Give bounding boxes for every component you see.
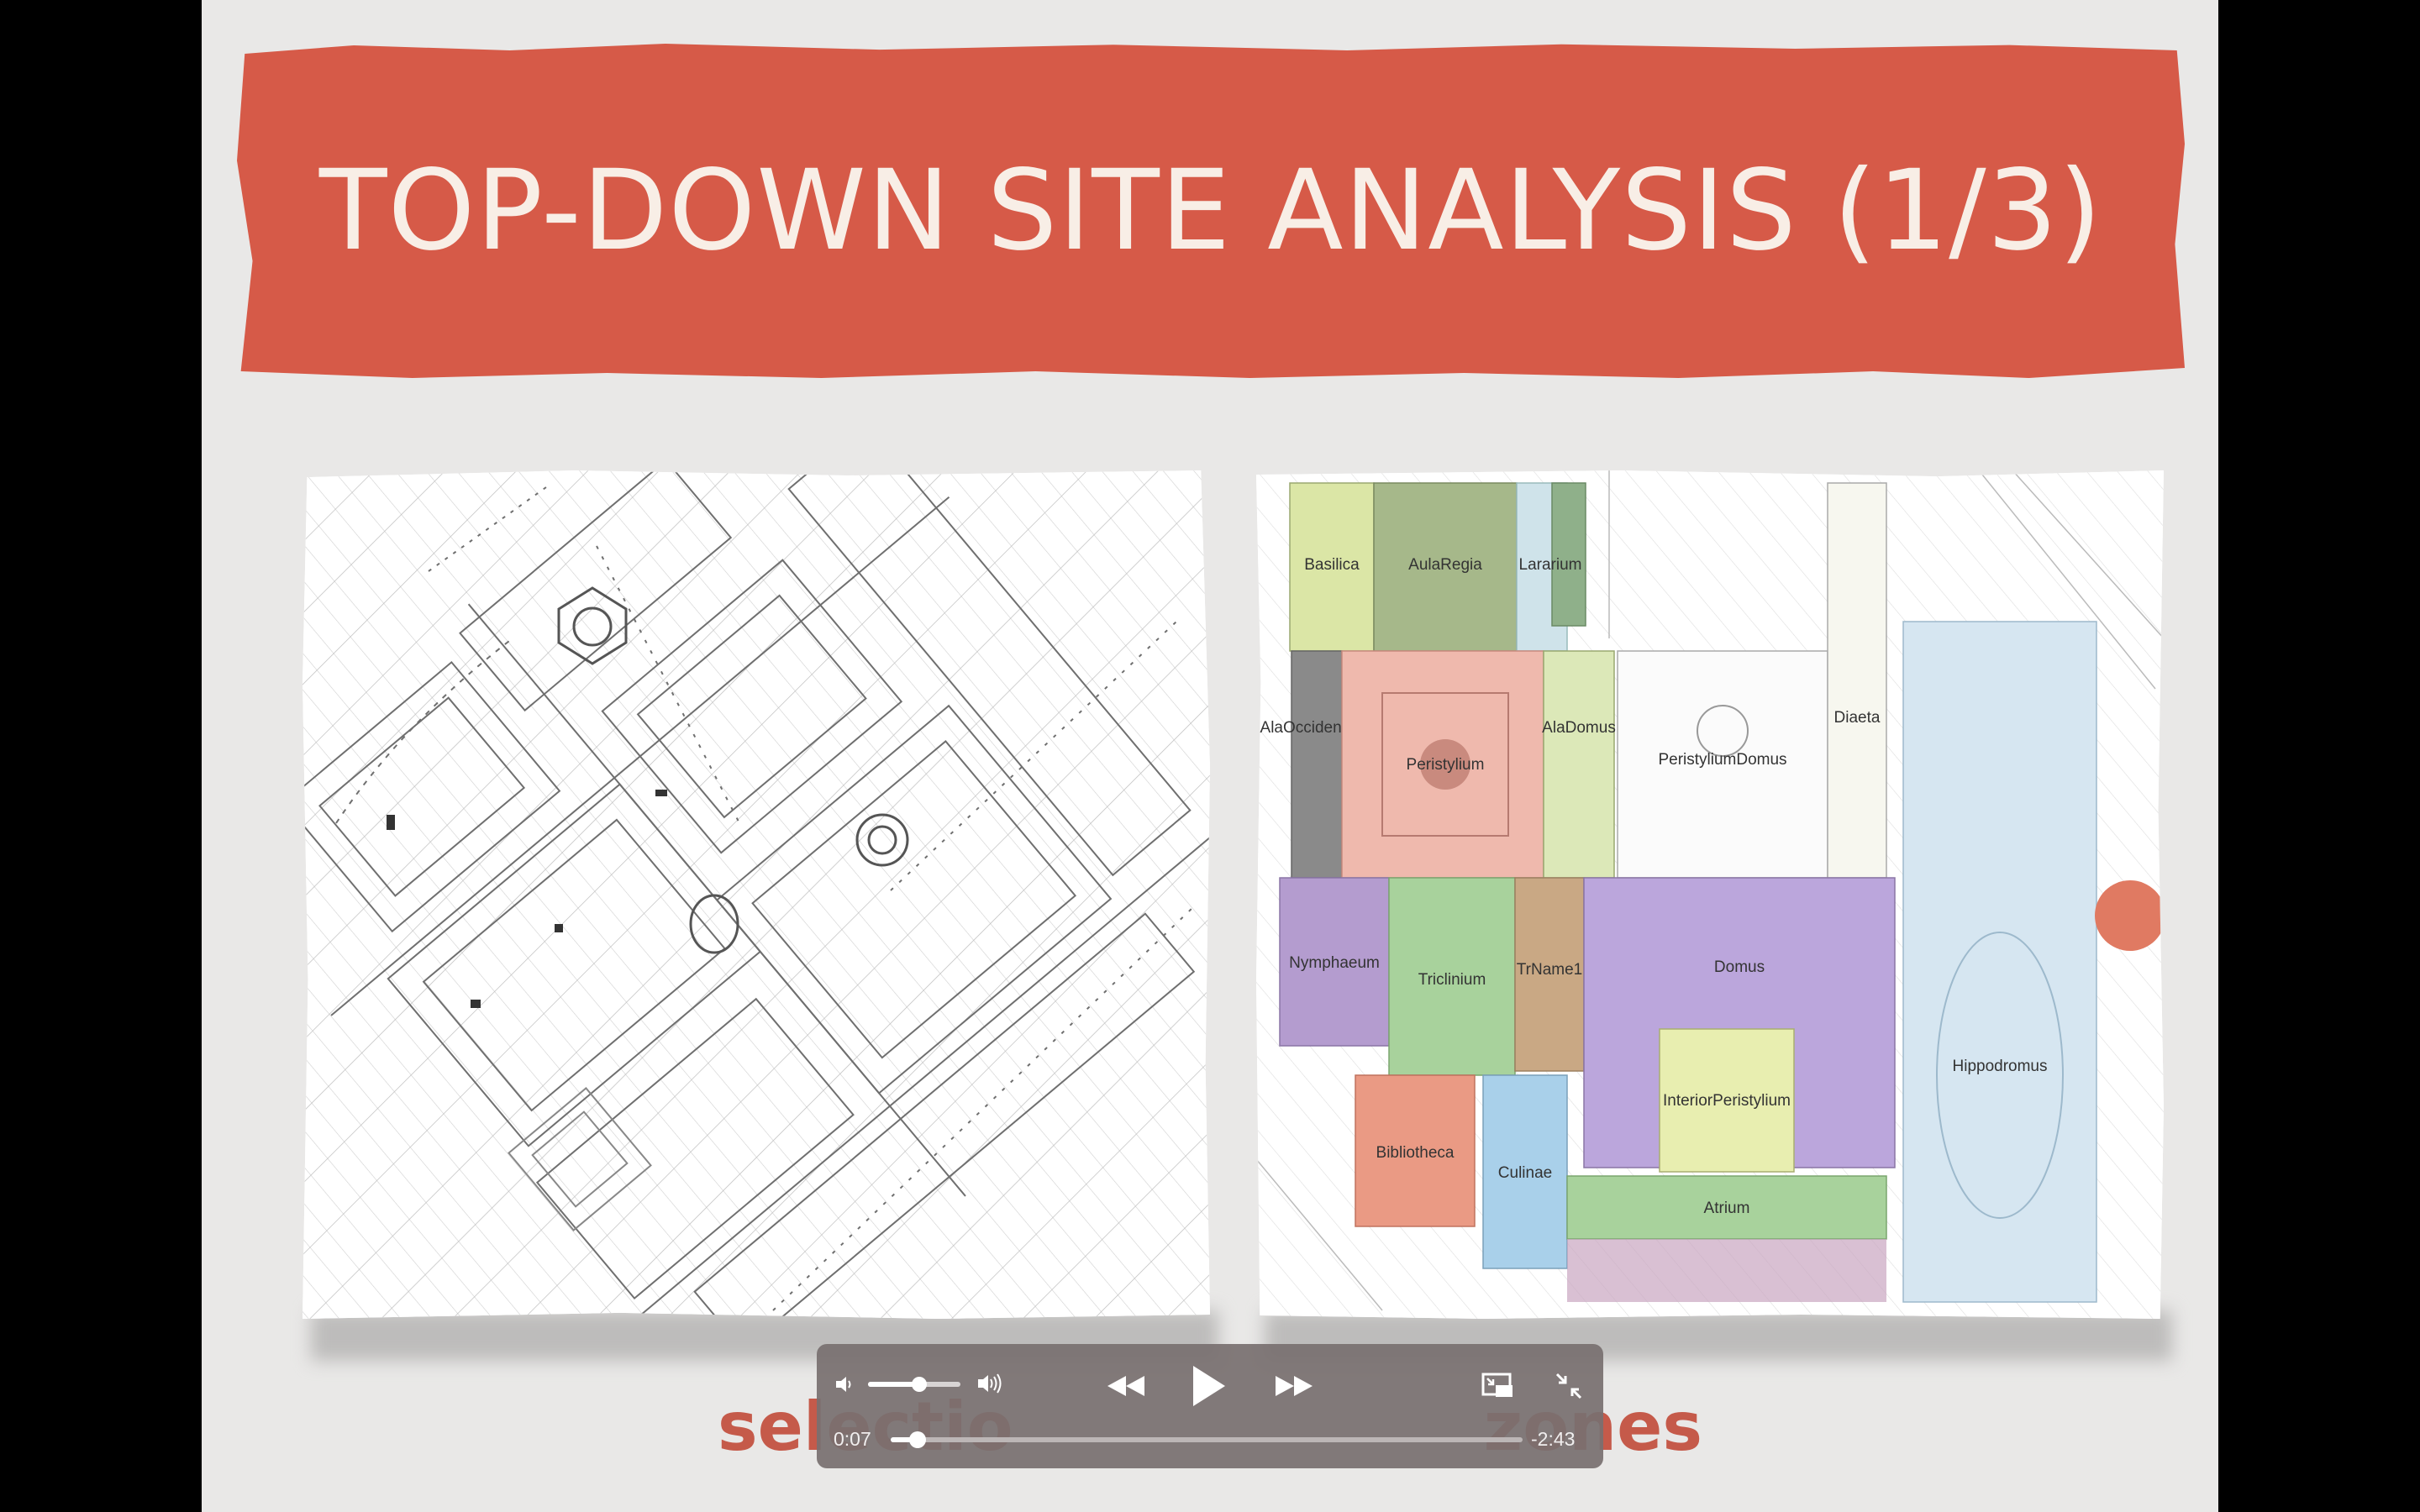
svg-text:TrName1: TrName1 bbox=[1517, 961, 1582, 979]
svg-text:Bibliotheca: Bibliotheca bbox=[1376, 1144, 1455, 1162]
svg-text:AulaRegia: AulaRegia bbox=[1408, 556, 1482, 574]
slide-title: TOP-DOWN SITE ANALYSIS (1/3) bbox=[318, 146, 2103, 276]
svg-text:PeristyliumDomus: PeristyliumDomus bbox=[1658, 751, 1786, 769]
interior-peristylium-zone: InteriorPeristylium bbox=[1659, 1028, 1795, 1173]
triclinium-zone: Triclinium bbox=[1388, 877, 1516, 1076]
title-banner: TOP-DOWN SITE ANALYSIS (1/3) bbox=[237, 44, 2185, 378]
basilica-zone: Basilica bbox=[1289, 482, 1375, 652]
svg-text:Diaeta: Diaeta bbox=[1834, 709, 1881, 727]
svg-text:Atrium: Atrium bbox=[1704, 1200, 1750, 1217]
svg-text:InteriorPeristylium: InteriorPeristylium bbox=[1663, 1092, 1791, 1110]
slide: TOP-DOWN SITE ANALYSIS (1/3) Basilica Au… bbox=[202, 0, 2218, 1512]
volume-high-icon[interactable] bbox=[975, 1369, 1007, 1398]
svg-text:Culinae: Culinae bbox=[1498, 1164, 1552, 1182]
svg-text:AlaDomus: AlaDomus bbox=[1542, 719, 1616, 737]
zone-plan-map: Basilica AulaRegia Lararium AlaOccidenta… bbox=[1256, 470, 2164, 1319]
peristylium-zone: Peristylium bbox=[1341, 650, 1544, 879]
svg-text:Peristylium: Peristylium bbox=[1407, 756, 1485, 774]
site-plan-drawing bbox=[302, 470, 1210, 1319]
volume-slider[interactable] bbox=[868, 1377, 960, 1392]
playback-scrubber[interactable] bbox=[891, 1431, 1523, 1448]
exit-fullscreen-icon[interactable] bbox=[1550, 1369, 1587, 1403]
svg-text:Nymphaeum: Nymphaeum bbox=[1289, 954, 1380, 972]
atrium-zone: Atrium bbox=[1566, 1175, 1887, 1302]
svg-text:Hippodromus: Hippodromus bbox=[1953, 1058, 2048, 1075]
rewind-icon[interactable] bbox=[1101, 1369, 1151, 1403]
fast-forward-icon[interactable] bbox=[1269, 1369, 1319, 1403]
diaeta-zone: Diaeta bbox=[1827, 482, 1887, 879]
svg-text:Triclinium: Triclinium bbox=[1418, 971, 1486, 989]
aula-regia-zone: AulaRegia bbox=[1373, 482, 1518, 652]
svg-text:Basilica: Basilica bbox=[1304, 556, 1360, 574]
svg-text:Lararium: Lararium bbox=[1519, 556, 1582, 574]
culinae-zone: Culinae bbox=[1482, 1074, 1568, 1269]
ala-domus-zone: AlaDomus bbox=[1542, 650, 1616, 879]
zone-plan-drawing: Basilica AulaRegia Lararium AlaOccidenta… bbox=[1256, 470, 2164, 1319]
time-remaining: -2:43 bbox=[1531, 1428, 1576, 1450]
time-elapsed: 0:07 bbox=[834, 1428, 871, 1450]
volume-knob[interactable] bbox=[911, 1377, 927, 1392]
lararium-zone: Lararium bbox=[1516, 482, 1586, 652]
volume-low-icon[interactable] bbox=[832, 1371, 859, 1398]
play-icon[interactable] bbox=[1185, 1361, 1232, 1411]
svg-text:Domus: Domus bbox=[1714, 958, 1765, 976]
picture-in-picture-icon[interactable] bbox=[1479, 1369, 1516, 1403]
bibliotheca-zone: Bibliotheca bbox=[1355, 1074, 1476, 1227]
nymphaeum-zone: Nymphaeum bbox=[1279, 877, 1390, 1047]
site-plan-map bbox=[302, 470, 1210, 1319]
trname1-zone: TrName1 bbox=[1514, 877, 1585, 1072]
peristylium-domus-zone: PeristyliumDomus bbox=[1617, 650, 1828, 879]
